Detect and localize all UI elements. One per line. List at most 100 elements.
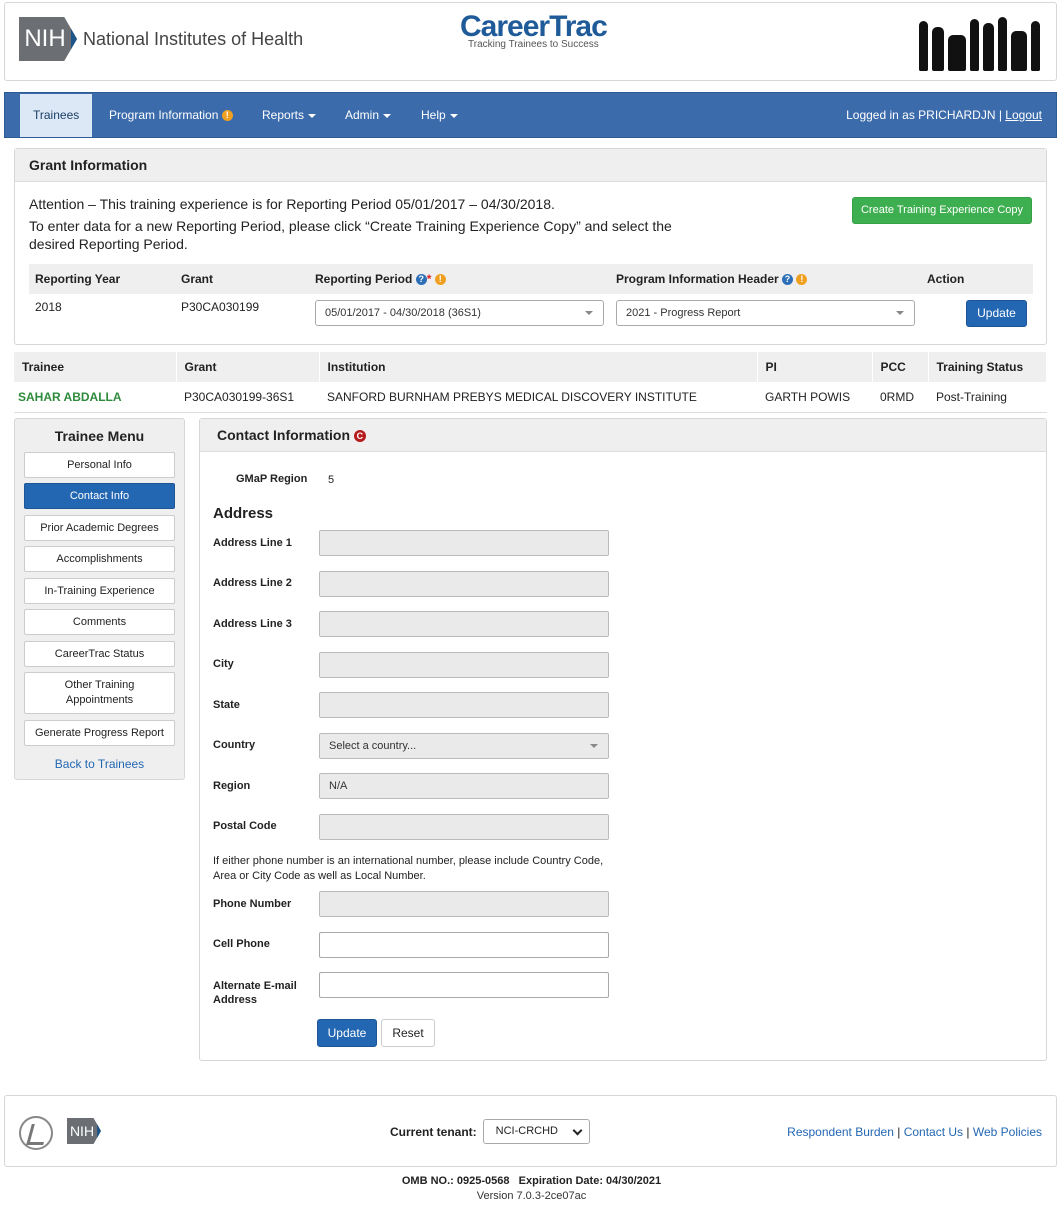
- address-line-3-label: Address Line 3: [213, 618, 292, 630]
- country-label: Country: [213, 739, 256, 751]
- col-trainee: Trainee: [14, 352, 177, 382]
- caret-down-icon: [449, 113, 458, 118]
- trainee-institution: SANFORD BURNHAM PREBYS MEDICAL DISCOVERY…: [319, 382, 757, 413]
- address-line-3-input[interactable]: [319, 611, 609, 637]
- alternate-email-input[interactable]: [319, 972, 609, 998]
- city-input[interactable]: [319, 652, 609, 678]
- create-training-experience-copy-button[interactable]: Create Training Experience Copy: [852, 197, 1032, 224]
- nav-trainees[interactable]: Trainees: [20, 94, 93, 137]
- cell-phone-label: Cell Phone: [213, 938, 270, 950]
- nav-help[interactable]: Help: [421, 93, 458, 137]
- col-grant: Grant: [175, 264, 309, 294]
- menu-generate-progress-report[interactable]: Generate Progress Report: [24, 720, 175, 746]
- changed-indicator-icon: C: [353, 430, 366, 442]
- contact-information-title: Contact Information C: [200, 419, 1046, 452]
- nih-name: National Institutes of Health: [83, 28, 304, 49]
- address-line-1-label: Address Line 1: [213, 537, 292, 549]
- site-header: NIH National Institutes of Health Career…: [4, 2, 1057, 81]
- address-heading: Address: [213, 505, 274, 522]
- col-reporting-period: Reporting Period ? * !: [309, 264, 610, 294]
- back-to-trainees-link[interactable]: Back to Trainees: [15, 757, 184, 771]
- nav-admin[interactable]: Admin: [345, 93, 392, 137]
- program-information-header-select[interactable]: 2021 - Progress Report: [616, 300, 915, 326]
- web-policies-link[interactable]: Web Policies: [973, 1125, 1042, 1139]
- footer-links: Respondent Burden | Contact Us | Web Pol…: [787, 1125, 1042, 1139]
- contact-update-button[interactable]: Update: [317, 1019, 377, 1047]
- main-navbar: Trainees Program Information ! Reports A…: [4, 92, 1057, 138]
- menu-careertrac-status[interactable]: CareerTrac Status: [24, 641, 175, 667]
- phone-number-input[interactable]: [319, 891, 609, 917]
- hhs-eagle-icon[interactable]: [19, 1116, 53, 1150]
- reporting-period-select[interactable]: 05/01/2017 - 04/30/2018 (36S1): [315, 300, 604, 326]
- region-input[interactable]: N/A: [319, 773, 609, 799]
- menu-contact-info[interactable]: Contact Info: [24, 483, 175, 509]
- col-pcc: PCC: [872, 352, 929, 382]
- phone-number-note: If either phone number is an internation…: [213, 855, 604, 882]
- caret-down-icon: [308, 113, 317, 118]
- caret-down-icon: [383, 113, 392, 118]
- col-institution: Institution: [319, 352, 758, 382]
- site-footer: NIH Current tenant: NCI-CRCHD Respondent…: [4, 1095, 1057, 1167]
- trainee-training-status: Post-Training: [928, 382, 1047, 413]
- tenant-select[interactable]: NCI-CRCHD: [482, 1119, 590, 1144]
- trainee-pi: GARTH POWIS: [757, 382, 872, 413]
- table-row: SAHAR ABDALLA P30CA030199-36S1 SANFORD B…: [14, 382, 1047, 413]
- careertrac-logo[interactable]: CareerTrac Tracking Trainees to Success: [460, 11, 608, 51]
- menu-in-training-experience[interactable]: In-Training Experience: [24, 578, 175, 604]
- nav-program-information[interactable]: Program Information !: [109, 93, 233, 137]
- omb-number: OMB NO.: 0925-0568 Expiration Date: 04/3…: [401, 1175, 662, 1187]
- trainee-grant: P30CA030199-36S1: [176, 382, 319, 413]
- trainee-menu-title: Trainee Menu: [54, 428, 145, 444]
- current-tenant-label: Current tenant:: [390, 1124, 477, 1139]
- trainee-table: Trainee Grant Institution PI PCC Trainin…: [14, 352, 1047, 413]
- postal-code-label: Postal Code: [213, 820, 277, 832]
- respondent-burden-link[interactable]: Respondent Burden: [787, 1125, 894, 1139]
- address-line-2-input[interactable]: [319, 571, 609, 597]
- country-select[interactable]: Select a country...: [319, 733, 609, 759]
- grant-information-panel: Grant Information Attention – This train…: [14, 148, 1047, 345]
- contact-reset-button[interactable]: Reset: [381, 1019, 435, 1047]
- col-program-information-header: Program Information Header ? !: [610, 264, 921, 294]
- col-reporting-year: Reporting Year: [29, 264, 175, 294]
- region-label: Region: [213, 780, 251, 792]
- alternate-email-label: Alternate E-mail Address: [213, 980, 297, 1006]
- nih-footer-logo[interactable]: NIH: [67, 1118, 101, 1144]
- help-icon[interactable]: ?: [782, 274, 794, 285]
- col-grant: Grant: [176, 352, 320, 382]
- current-tenant: Current tenant: NCI-CRCHD: [390, 1119, 590, 1144]
- contact-us-link[interactable]: Contact Us: [904, 1125, 963, 1139]
- col-action: Action: [921, 264, 1033, 294]
- grant-update-button[interactable]: Update: [966, 300, 1027, 327]
- address-line-1-input[interactable]: [319, 530, 609, 556]
- menu-prior-academic-degrees[interactable]: Prior Academic Degrees: [24, 515, 175, 541]
- phone-number-label: Phone Number: [213, 898, 292, 910]
- col-training-status: Training Status: [928, 352, 1047, 382]
- nih-logo[interactable]: NIH National Institutes of Health: [19, 17, 303, 61]
- cell-phone-input[interactable]: [319, 932, 609, 958]
- contact-information-panel: Contact Information C GMaP Region 5 Addr…: [199, 418, 1047, 1061]
- version-text: Version 7.0.3-2ce07ac: [476, 1190, 587, 1202]
- menu-comments[interactable]: Comments: [24, 609, 175, 635]
- gmap-region-label: GMaP Region: [236, 473, 308, 485]
- required-asterisk: *: [426, 272, 432, 286]
- trainee-pcc: 0RMD: [872, 382, 928, 413]
- trainee-menu: Trainee Menu Personal Info Contact Info …: [14, 418, 185, 780]
- gmap-region-value: 5: [328, 474, 335, 486]
- menu-personal-info[interactable]: Personal Info: [24, 452, 175, 478]
- state-input[interactable]: [319, 692, 609, 718]
- nav-reports[interactable]: Reports: [262, 93, 317, 137]
- grant-table: Reporting Year Grant Reporting Period ? *…: [29, 264, 1033, 330]
- col-pi: PI: [757, 352, 873, 382]
- warning-icon: !: [434, 274, 446, 285]
- attention-message: Attention – This training experience is …: [29, 196, 672, 252]
- logout-link[interactable]: Logout: [1005, 108, 1042, 122]
- people-silhouettes-image: [919, 13, 1040, 71]
- warning-icon: !: [221, 110, 233, 121]
- menu-other-training-appointments[interactable]: Other Training Appointments: [24, 672, 175, 714]
- warning-icon: !: [796, 274, 808, 285]
- menu-accomplishments[interactable]: Accomplishments: [24, 546, 175, 572]
- careertrac-tagline: Tracking Trainees to Success: [468, 39, 599, 50]
- help-icon[interactable]: ?: [415, 274, 427, 285]
- state-label: State: [213, 699, 240, 711]
- postal-code-input[interactable]: [319, 814, 609, 840]
